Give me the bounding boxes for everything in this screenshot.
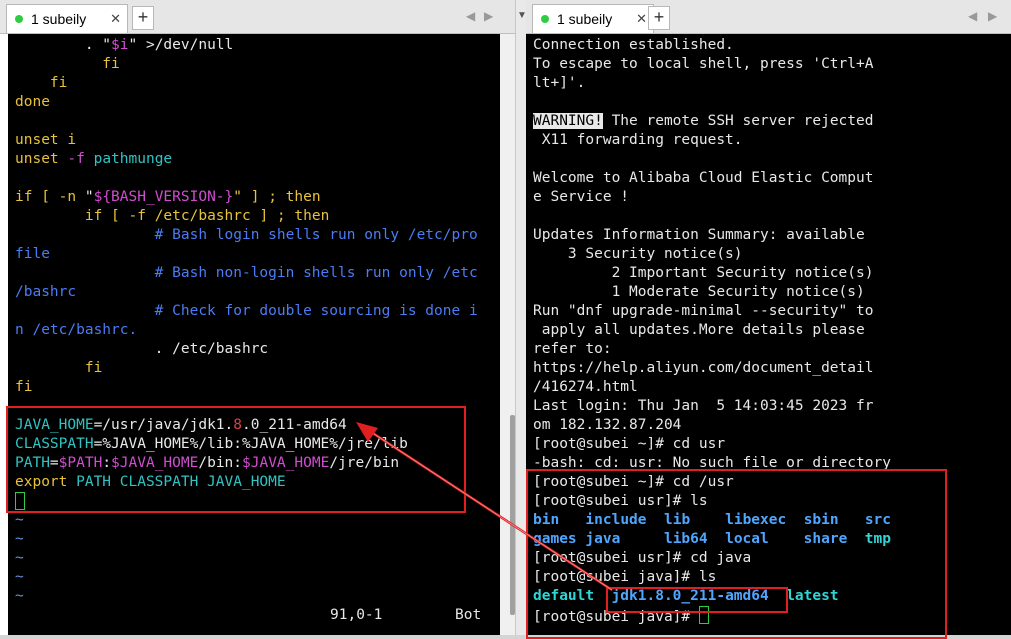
annotation-arrow <box>356 422 613 592</box>
